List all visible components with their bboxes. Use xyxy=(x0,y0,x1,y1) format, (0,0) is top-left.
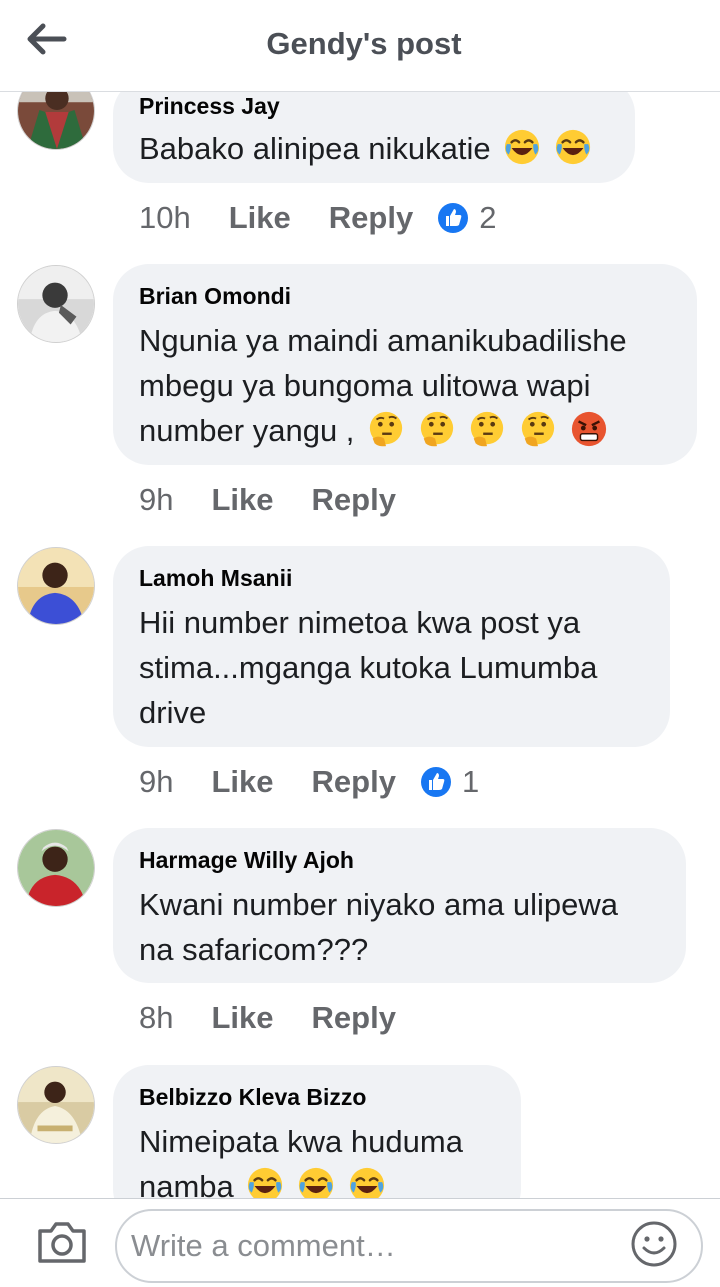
comment-time: 9h xyxy=(139,764,174,799)
joy-emoji-icon xyxy=(349,1167,384,1198)
joy-emoji-icon xyxy=(298,1167,334,1198)
like-button[interactable]: Like xyxy=(229,200,291,235)
page-title: Gendy's post xyxy=(266,26,462,61)
smiley-icon xyxy=(631,1221,677,1267)
comment-author[interactable]: Brian Omondi xyxy=(139,282,671,310)
comment-composer xyxy=(0,1198,720,1287)
camera-icon xyxy=(38,1222,86,1263)
comment-time: 8h xyxy=(139,1000,174,1035)
comment-bubble: Belbizzo Kleva Bizzo Nimeipata kwa hudum… xyxy=(113,1065,521,1198)
joy-emoji-icon xyxy=(505,129,540,165)
comment-bubble: Brian Omondi Ngunia ya maindi amanikubad… xyxy=(113,264,697,465)
comment-author[interactable]: Princess Jay xyxy=(139,92,609,120)
comment-bubble: Harmage Willy Ajoh Kwani number niyako a… xyxy=(113,828,686,983)
emoji-group xyxy=(234,1167,386,1198)
emoji-picker-button[interactable] xyxy=(630,1220,678,1268)
reply-button[interactable]: Reply xyxy=(312,1000,396,1035)
like-button[interactable]: Like xyxy=(211,764,273,799)
avatar[interactable] xyxy=(17,547,95,625)
comment-meta: 9h Like Reply 1 xyxy=(139,762,479,802)
joy-emoji-icon xyxy=(248,1167,283,1198)
top-bar: Gendy's post xyxy=(0,0,720,92)
comment-author[interactable]: Belbizzo Kleva Bizzo xyxy=(139,1083,495,1111)
comment-bubble: Princess Jay Babako alinipea nikukatie xyxy=(113,78,635,183)
comment-meta: 8h Like Reply xyxy=(139,998,420,1038)
emoji-group xyxy=(491,129,592,166)
comment-text: Hii number nimetoa kwa post ya stima...m… xyxy=(139,605,598,730)
avatar[interactable] xyxy=(17,1066,95,1144)
emoji-group xyxy=(354,411,607,448)
reply-button[interactable]: Reply xyxy=(312,482,396,517)
angry-emoji-icon xyxy=(571,411,606,447)
comment-time: 10h xyxy=(139,200,191,235)
comment-text: Ngunia ya maindi amanikubadilishe mbegu … xyxy=(139,318,671,453)
like-button[interactable]: Like xyxy=(211,482,273,517)
reaction-count: 1 xyxy=(461,764,480,799)
avatar[interactable] xyxy=(17,829,95,907)
thinking-emoji-icon xyxy=(420,411,453,447)
comment-author[interactable]: Lamoh Msanii xyxy=(139,564,644,592)
comment-meta: 10h Like Reply 2 xyxy=(139,198,496,238)
thinking-emoji-icon xyxy=(369,411,403,447)
comment-author[interactable]: Harmage Willy Ajoh xyxy=(139,846,660,874)
comment-bubble: Lamoh Msanii Hii number nimetoa kwa post… xyxy=(113,546,670,747)
comment-text: Kwani number niyako ama ulipewa na safar… xyxy=(139,887,619,967)
like-reaction-icon[interactable] xyxy=(420,766,452,798)
thinking-emoji-icon xyxy=(471,411,504,447)
like-button[interactable]: Like xyxy=(211,1000,273,1035)
reply-button[interactable]: Reply xyxy=(329,200,413,235)
comment-meta: 9h Like Reply xyxy=(139,480,420,520)
reaction-count: 2 xyxy=(479,200,497,235)
reply-button[interactable]: Reply xyxy=(312,764,396,799)
comment-list: Princess Jay Babako alinipea nikukatie 1… xyxy=(0,0,720,1198)
comment-text-body: Babako alinipea nikukatie xyxy=(139,131,491,166)
comment-text: Babako alinipea nikukatie xyxy=(139,126,609,171)
comment-input[interactable] xyxy=(115,1209,703,1283)
avatar[interactable] xyxy=(17,265,95,343)
thinking-emoji-icon xyxy=(521,411,555,447)
camera-button[interactable] xyxy=(36,1219,88,1265)
comment-time: 9h xyxy=(139,482,174,517)
joy-emoji-icon xyxy=(555,129,590,165)
comment-text: Nimeipata kwa huduma namba xyxy=(139,1119,495,1198)
like-reaction-icon[interactable] xyxy=(437,202,469,234)
